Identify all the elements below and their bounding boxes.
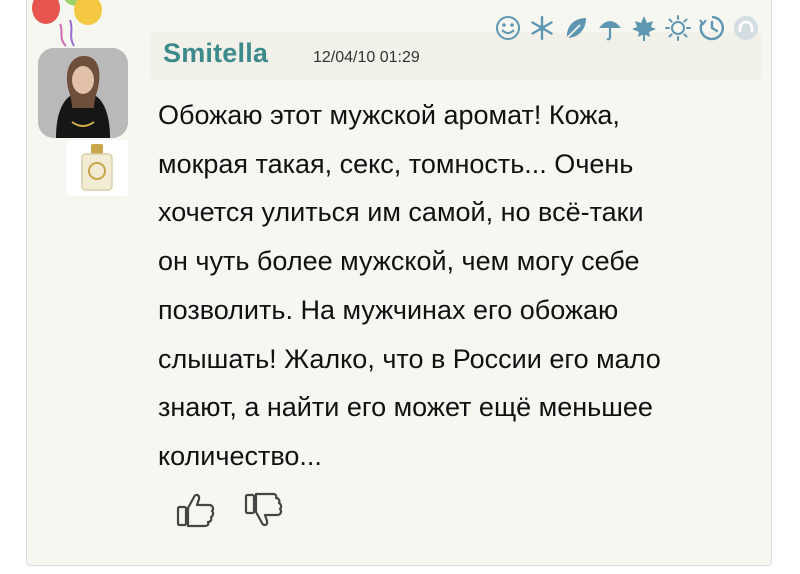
avatar[interactable]	[38, 48, 128, 138]
sun-icon[interactable]	[664, 14, 692, 42]
smiley-icon[interactable]	[494, 14, 522, 42]
comment-text: Обожаю этот мужской аромат! Кожа, мокрая…	[158, 100, 661, 471]
like-button[interactable]	[174, 490, 218, 530]
username-link[interactable]: Smitella	[163, 38, 268, 69]
maple-leaf-icon[interactable]	[630, 14, 658, 42]
leaf-icon[interactable]	[562, 14, 590, 42]
perfume-bottle-icon	[81, 144, 113, 191]
umbrella-icon[interactable]	[596, 14, 624, 42]
mood-icon-toolbar	[494, 14, 760, 42]
user-photo-icon	[38, 48, 128, 138]
page-bottom	[0, 566, 800, 574]
perfume-thumbnail[interactable]	[66, 140, 128, 196]
balloons-icon	[32, 0, 102, 47]
post-timestamp: 12/04/10 01:29	[313, 49, 420, 66]
thumbs-up-icon	[176, 493, 215, 528]
snowflake-icon[interactable]	[528, 14, 556, 42]
headphones-icon[interactable]	[732, 14, 760, 42]
clock-icon[interactable]	[698, 14, 726, 42]
thumbs-down-icon	[244, 492, 283, 527]
dislike-button[interactable]	[242, 490, 286, 530]
